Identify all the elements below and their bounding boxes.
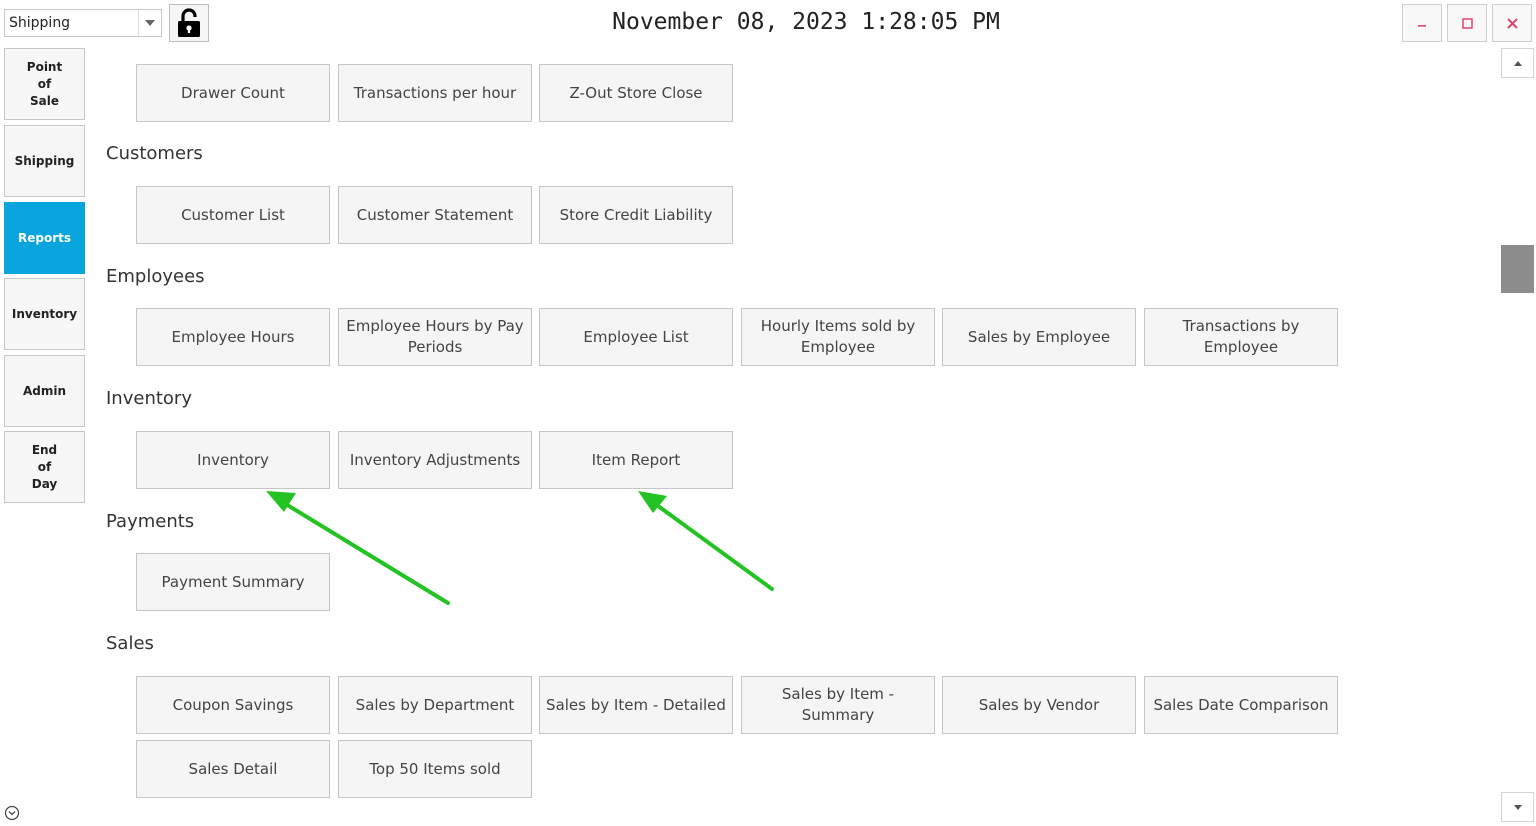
report-inventory-adjustments[interactable]: Inventory Adjustments xyxy=(338,431,532,489)
close-button[interactable] xyxy=(1492,4,1532,42)
report-sales-detail[interactable]: Sales Detail xyxy=(136,740,330,798)
caret-down-icon xyxy=(1513,804,1522,810)
report-employee-hours[interactable]: Employee Hours xyxy=(136,308,330,366)
expand-circle-icon[interactable] xyxy=(4,805,20,821)
section-title-sales: Sales xyxy=(106,633,154,654)
caret-up-icon xyxy=(1513,60,1522,66)
report-customer-list[interactable]: Customer List xyxy=(136,186,330,244)
report-sales-by-item-detailed[interactable]: Sales by Item - Detailed xyxy=(539,676,733,734)
close-icon xyxy=(1506,17,1518,29)
scroll-up-button[interactable] xyxy=(1501,48,1534,78)
report-customer-statement[interactable]: Customer Statement xyxy=(338,186,532,244)
scroll-down-button[interactable] xyxy=(1501,792,1534,822)
report-employee-list[interactable]: Employee List xyxy=(539,308,733,366)
maximize-icon xyxy=(1461,17,1473,29)
report-top-50-items-sold[interactable]: Top 50 Items sold xyxy=(338,740,532,798)
report-drawer-count[interactable]: Drawer Count xyxy=(136,64,330,122)
report-employee-hours-by-pay-periods[interactable]: Employee Hours by Pay Periods xyxy=(338,308,532,366)
scrollbar-thumb[interactable] xyxy=(1501,245,1534,293)
nav-reports[interactable]: Reports xyxy=(4,202,85,274)
report-sales-by-department[interactable]: Sales by Department xyxy=(338,676,532,734)
section-title-payments: Payments xyxy=(106,511,195,532)
report-sales-by-vendor[interactable]: Sales by Vendor xyxy=(942,676,1136,734)
report-hourly-items-sold-by-employee[interactable]: Hourly Items sold by Employee xyxy=(741,308,935,366)
report-sales-by-item-summary[interactable]: Sales by Item - Summary xyxy=(741,676,935,734)
section-title-customers: Customers xyxy=(106,143,203,164)
nav-inventory[interactable]: Inventory xyxy=(4,278,85,350)
nav-point-of-sale[interactable]: Point of Sale xyxy=(4,48,85,120)
nav-shipping[interactable]: Shipping xyxy=(4,125,85,197)
maximize-button[interactable] xyxy=(1447,4,1487,42)
report-transactions-per-hour[interactable]: Transactions per hour xyxy=(338,64,532,122)
report-inventory[interactable]: Inventory xyxy=(136,431,330,489)
nav-end-of-day[interactable]: End of Day xyxy=(4,431,85,503)
minimize-icon xyxy=(1418,25,1426,27)
section-title-inventory: Inventory xyxy=(106,388,192,409)
nav-admin[interactable]: Admin xyxy=(4,355,85,427)
report-sales-by-employee[interactable]: Sales by Employee xyxy=(942,308,1136,366)
report-coupon-savings[interactable]: Coupon Savings xyxy=(136,676,330,734)
report-payment-summary[interactable]: Payment Summary xyxy=(136,553,330,611)
minimize-button[interactable] xyxy=(1402,4,1442,42)
report-sales-date-comparison[interactable]: Sales Date Comparison xyxy=(1144,676,1338,734)
report-store-credit-liability[interactable]: Store Credit Liability xyxy=(539,186,733,244)
report-transactions-by-employee[interactable]: Transactions by Employee xyxy=(1144,308,1338,366)
report-z-out-store-close[interactable]: Z-Out Store Close xyxy=(539,64,733,122)
date-time-display: November 08, 2023 1:28:05 PM xyxy=(612,9,1000,35)
annotation-arrow-item-report xyxy=(638,491,774,591)
report-item-report[interactable]: Item Report xyxy=(539,431,733,489)
section-title-employees: Employees xyxy=(106,266,205,287)
